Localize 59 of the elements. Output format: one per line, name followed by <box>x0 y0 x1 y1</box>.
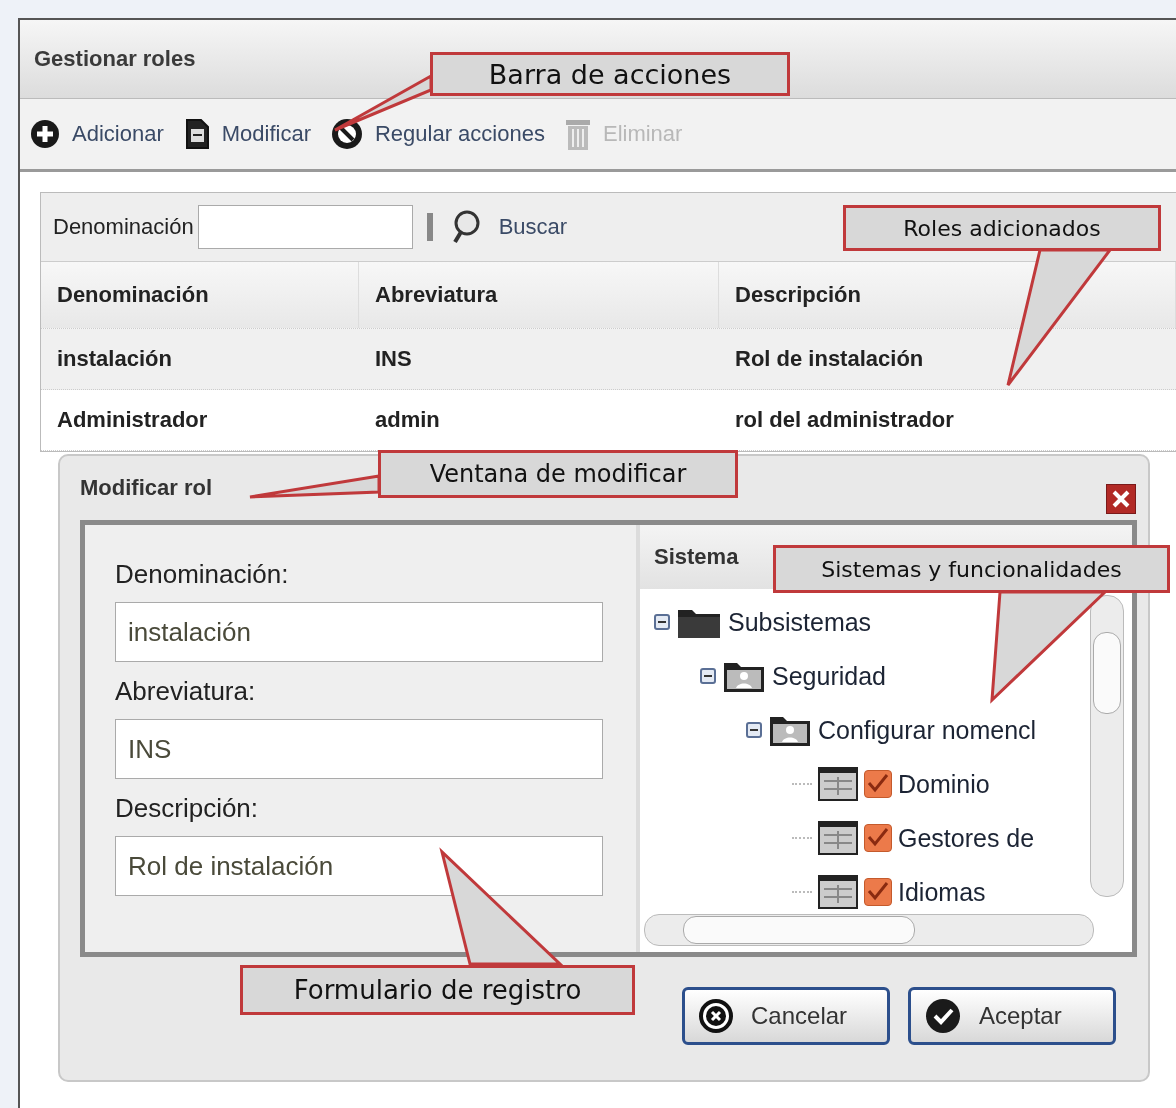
horizontal-scrollbar[interactable] <box>644 914 1094 946</box>
table-cell-text: Rol de instalación <box>734 346 925 372</box>
search-field[interactable] <box>197 205 413 249</box>
column-header[interactable]: Abreviatura <box>359 262 719 328</box>
collapse-toggle[interactable] <box>746 722 762 738</box>
document-icon <box>183 118 210 150</box>
field-label: Denominación: <box>115 559 290 590</box>
close-icon <box>699 999 733 1033</box>
table-cell-text: INS <box>374 346 413 372</box>
form-icon <box>818 875 858 909</box>
tree-item[interactable]: Subsistemas <box>728 607 872 637</box>
table-cell-text: admin <box>374 407 441 433</box>
collapse-toggle[interactable] <box>654 614 670 630</box>
table-cell-text: rol del administrador <box>734 407 955 433</box>
table-cell-text: instalación <box>56 346 173 372</box>
toolbar-button[interactable]: Modificar <box>183 118 311 150</box>
check-icon <box>866 773 890 795</box>
cancel-button[interactable]: Cancelar <box>682 987 890 1045</box>
checkbox[interactable] <box>864 878 892 906</box>
tree-item[interactable]: Gestores de <box>898 823 1035 853</box>
vertical-scrollbar[interactable] <box>1090 595 1124 897</box>
minus-icon <box>700 668 716 684</box>
tree-title: Sistema <box>654 544 739 570</box>
form-icon <box>818 767 858 801</box>
column-header[interactable]: Denominación <box>41 262 359 328</box>
tree-item[interactable]: Idiomas <box>898 877 986 907</box>
tree-item[interactable]: Dominio <box>898 769 990 799</box>
tree-item[interactable]: Seguridad <box>772 661 886 691</box>
collapse-toggle[interactable] <box>700 668 716 684</box>
trash-icon <box>564 117 591 151</box>
check-icon <box>866 881 890 903</box>
plus-icon <box>30 119 60 149</box>
input-field[interactable]: Rol de instalación <box>115 836 603 896</box>
dialog-title: Modificar rol <box>80 475 212 501</box>
check-icon <box>866 827 890 849</box>
callout-label: Sistemas y funcionalidades <box>773 545 1170 593</box>
table-row[interactable]: instalación INS Rol de instalación <box>41 329 1176 390</box>
search-label: Denominación <box>53 214 194 240</box>
input-field[interactable]: instalación <box>115 602 603 662</box>
form-icon <box>818 821 858 855</box>
callout-label: Roles adicionados <box>843 205 1161 251</box>
accept-button[interactable]: Aceptar <box>908 987 1116 1045</box>
minus-icon <box>746 722 762 738</box>
checkbox[interactable] <box>864 824 892 852</box>
toolbar-separator <box>426 213 433 241</box>
toolbar-button[interactable]: Adicionar <box>30 119 164 149</box>
tree-item[interactable]: Configurar nomencl <box>818 715 1037 745</box>
table-cell-text: Administrador <box>56 407 209 433</box>
check-icon <box>925 998 961 1034</box>
minus-icon <box>654 614 670 630</box>
close-icon <box>1112 490 1130 508</box>
input-field[interactable]: INS <box>115 719 603 779</box>
field-label: Descripción: <box>115 793 260 824</box>
panel-title: Gestionar roles <box>34 46 196 72</box>
checkbox[interactable] <box>864 770 892 798</box>
callout-label: Formulario de registro <box>240 965 635 1015</box>
search-button[interactable]: Buscar <box>444 209 574 245</box>
close-button[interactable] <box>1106 484 1136 514</box>
field-label: Abreviatura: <box>115 676 257 707</box>
